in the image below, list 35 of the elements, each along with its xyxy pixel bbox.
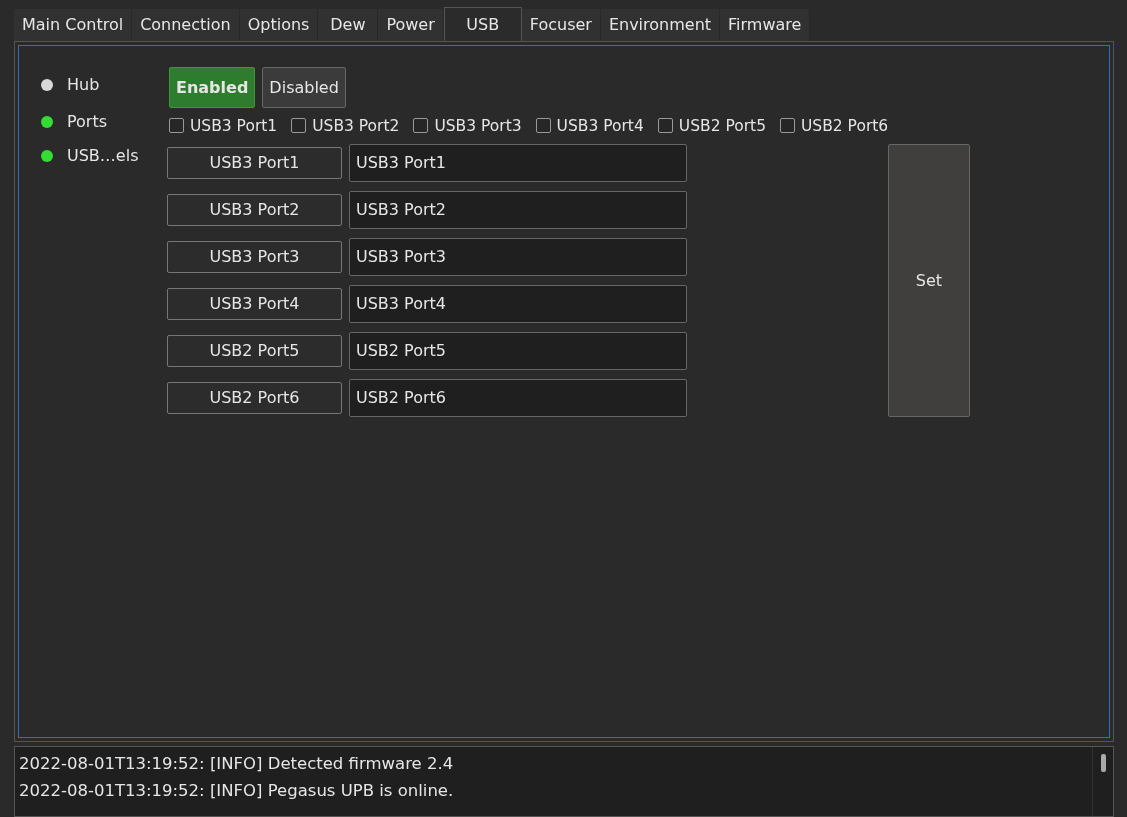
tab[interactable]: Power <box>378 9 444 41</box>
labels-label: USB…els <box>67 145 139 165</box>
port-button[interactable]: USB2 Port6 <box>167 381 342 414</box>
port-checkbox[interactable]: USB3 Port4 <box>535 116 644 135</box>
port-name-field[interactable]: USB2 Port6 <box>349 378 687 417</box>
port-name-field[interactable]: USB3 Port3 <box>349 237 687 276</box>
port-button[interactable]: USB3 Port3 <box>167 240 342 273</box>
port-name-field[interactable]: USB3 Port1 <box>349 143 687 182</box>
tab[interactable]: USB <box>443 7 522 41</box>
port-name-field[interactable]: USB3 Port2 <box>349 190 687 229</box>
ports-label: Ports <box>67 111 108 131</box>
tab[interactable]: Main Control <box>14 9 133 41</box>
log-line: 2022-08-01T13:19:52: [INFO] Pegasus UPB is online. <box>19 779 455 802</box>
tab[interactable]: Environment <box>600 9 721 41</box>
port-checkbox[interactable]: USB2 Port6 <box>780 116 889 135</box>
hub-label: Hub <box>67 74 100 94</box>
log-line: 2022-08-01T13:19:52: [INFO] Detected firmware 2.4 <box>19 752 455 775</box>
set-button[interactable]: Set <box>888 143 970 417</box>
tab[interactable]: Dew <box>318 9 379 41</box>
tab[interactable]: Focuser <box>521 9 601 41</box>
port-button[interactable]: USB3 Port1 <box>167 146 342 179</box>
port-checkbox[interactable]: USB3 Port3 <box>413 116 522 135</box>
tab[interactable]: Firmware <box>720 9 811 41</box>
tab[interactable]: Connection <box>132 9 240 41</box>
port-button[interactable]: USB3 Port4 <box>167 287 342 320</box>
port-checkbox[interactable]: USB2 Port5 <box>657 116 766 135</box>
port-checkbox[interactable]: USB3 Port1 <box>169 116 278 135</box>
port-name-field[interactable]: USB2 Port5 <box>349 331 687 370</box>
port-button[interactable]: USB3 Port2 <box>167 193 342 226</box>
port-checkbox[interactable]: USB3 Port2 <box>291 116 400 135</box>
port-name-field[interactable]: USB3 Port4 <box>349 284 687 323</box>
toggle-button[interactable]: Disabled <box>262 66 346 108</box>
port-button[interactable]: USB2 Port5 <box>167 334 342 367</box>
toggle-button[interactable]: Enabled <box>169 66 256 108</box>
tab[interactable]: Options <box>239 9 319 41</box>
